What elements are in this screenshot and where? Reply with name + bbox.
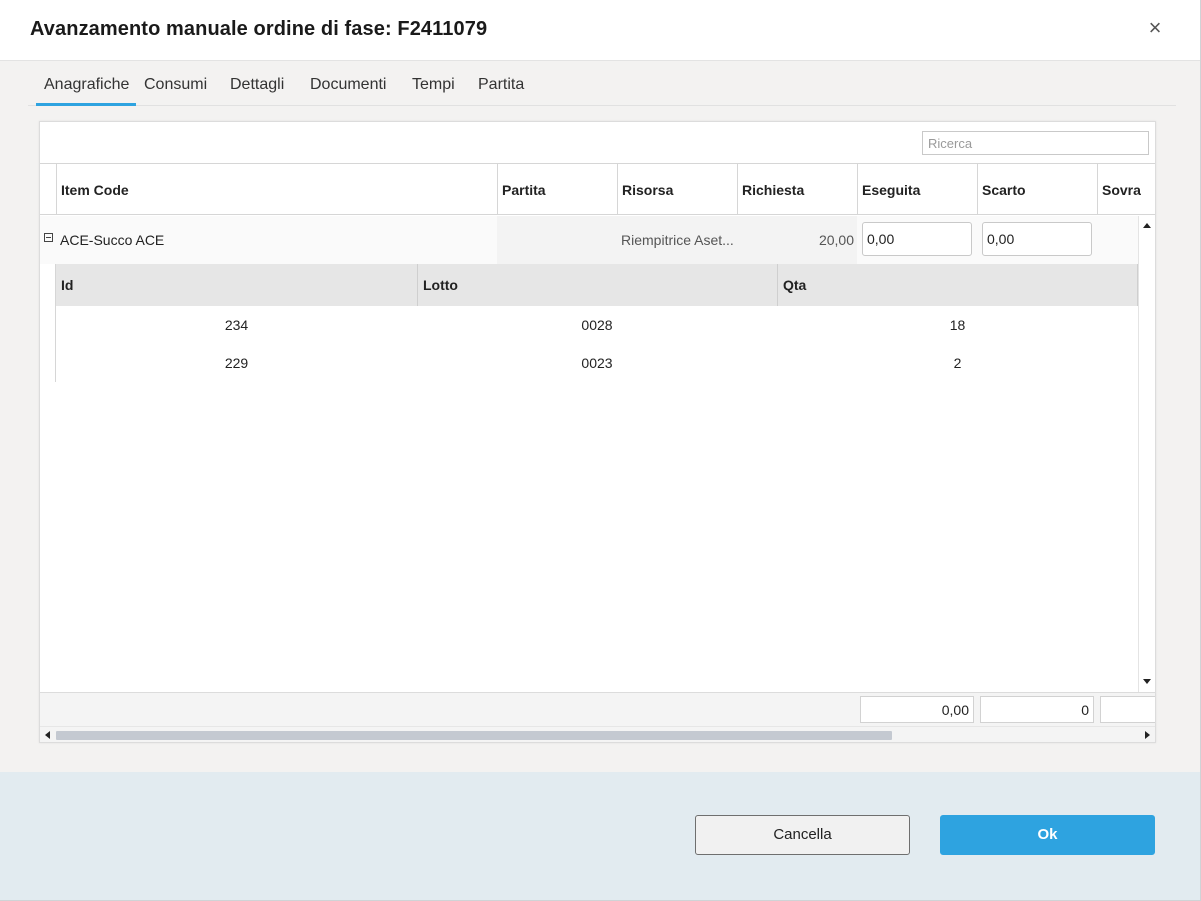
scarto-total: 0 [980,696,1094,723]
grid-footer: 0,00 0 [40,692,1155,726]
grid-header: Item Code Partita Risorsa Richiesta Eseg… [40,163,1155,215]
col-eseguita[interactable]: Eseguita [857,164,977,214]
tab-bar: Anagrafiche Consumi Dettagli Documenti T… [28,64,1176,106]
dialog: Avanzamento manuale ordine di fase: F241… [0,0,1201,901]
col-item-code[interactable]: Item Code [56,164,497,214]
detail-row[interactable]: 229 0023 2 [56,344,1139,382]
search-input[interactable] [922,131,1149,155]
dialog-title: Avanzamento manuale ordine di fase: F241… [30,18,488,40]
cell-partita [497,216,617,264]
col-scarto[interactable]: Scarto [977,164,1097,214]
scroll-left-icon[interactable] [45,731,50,739]
cell-qta: 2 [953,355,962,371]
eseguita-input[interactable] [862,222,972,256]
col-risorsa[interactable]: Risorsa [617,164,737,214]
cell-item-code: ACE-Succo ACE [60,232,165,248]
cell-lotto: 0023 [581,355,613,371]
tab-documenti[interactable]: Documenti [310,64,386,106]
horizontal-scrollbar[interactable] [40,726,1155,742]
scroll-right-icon[interactable] [1145,731,1150,739]
eseguita-total: 0,00 [860,696,974,723]
cancel-button[interactable]: Cancella [695,815,910,855]
button-bar: Cancella Ok [0,772,1200,900]
grid-panel: Item Code Partita Risorsa Richiesta Eseg… [39,121,1156,743]
vertical-scrollbar[interactable] [1138,216,1155,692]
cell-id: 234 [224,317,249,333]
detail-grid: Id Lotto Qta 234 0028 18 229 0023 2 [55,264,1139,382]
cell-id: 229 [224,355,249,371]
col-qta[interactable]: Qta [777,264,1138,306]
titlebar: Avanzamento manuale ordine di fase: F241… [0,0,1200,61]
scroll-thumb[interactable] [56,731,892,740]
collapse-icon[interactable] [44,233,53,242]
detail-grid-header: Id Lotto Qta [56,264,1139,306]
scroll-down-icon[interactable] [1143,679,1151,684]
tab-consumi[interactable]: Consumi [144,64,207,106]
sovra-total [1100,696,1155,723]
detail-row[interactable]: 234 0028 18 [56,306,1139,344]
tab-dettagli[interactable]: Dettagli [230,64,284,106]
col-sovra[interactable]: Sovra [1097,164,1155,214]
col-richiesta[interactable]: Richiesta [737,164,857,214]
scarto-input[interactable] [982,222,1092,256]
cell-qta: 18 [949,317,966,333]
close-icon[interactable]: × [1144,17,1166,39]
ok-button[interactable]: Ok [940,815,1155,855]
col-id[interactable]: Id [56,264,417,306]
expand-column-header [40,164,56,214]
col-lotto[interactable]: Lotto [417,264,777,306]
tab-tempi[interactable]: Tempi [412,64,455,106]
cell-risorsa: Riempitrice Aset... [617,216,737,264]
cell-lotto: 0028 [581,317,613,333]
scroll-up-icon[interactable] [1143,223,1151,228]
col-partita[interactable]: Partita [497,164,617,214]
table-row[interactable]: ACE-Succo ACE Riempitrice Aset... 20,00 [40,216,1138,264]
tab-partita[interactable]: Partita [478,64,524,106]
tab-anagrafiche[interactable]: Anagrafiche [36,64,137,106]
cell-richiesta: 20,00 [737,216,857,264]
